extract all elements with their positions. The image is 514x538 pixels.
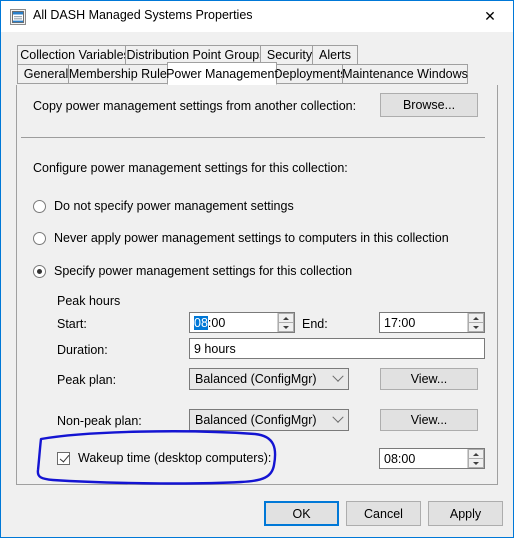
tab-collection-variables[interactable]: Collection Variables xyxy=(17,45,133,65)
peak-hours-group-label: Peak hours xyxy=(57,294,121,308)
checkbox-icon[interactable] xyxy=(57,451,70,465)
radio-never-apply[interactable]: Never apply power management settings to… xyxy=(33,231,449,245)
section-divider xyxy=(21,137,485,138)
window-title: All DASH Managed Systems Properties xyxy=(33,8,253,22)
duration-field: 9 hours xyxy=(189,338,485,359)
radio-icon-selected xyxy=(33,264,46,278)
close-button[interactable]: ✕ xyxy=(467,1,513,31)
wakeup-time-label: Wakeup time (desktop computers): xyxy=(78,451,272,465)
peak-plan-view-button[interactable]: View... xyxy=(380,368,478,390)
radio-icon xyxy=(33,199,46,213)
wakeup-time-checkbox-row[interactable]: Wakeup time (desktop computers): xyxy=(57,451,271,465)
tab-strip: Collection Variables Distribution Point … xyxy=(1,32,513,86)
spin-up-icon[interactable] xyxy=(468,449,484,459)
power-management-panel: Copy power management settings from anot… xyxy=(16,85,498,485)
ok-button[interactable]: OK xyxy=(264,501,339,526)
apply-button[interactable]: Apply xyxy=(428,501,503,526)
title-bar: All DASH Managed Systems Properties ✕ xyxy=(1,1,513,33)
tab-general[interactable]: General xyxy=(17,64,75,84)
nonpeak-plan-label: Non-peak plan: xyxy=(57,414,142,428)
tab-label: Security xyxy=(266,48,313,62)
tab-label: General xyxy=(23,67,69,81)
tab-label: Distribution Point Groups xyxy=(126,48,266,62)
copy-settings-label: Copy power management settings from anot… xyxy=(33,99,357,113)
spin-down-icon[interactable] xyxy=(468,323,484,332)
wakeup-time-spin-buttons[interactable] xyxy=(467,449,484,468)
tab-power-management[interactable]: Power Management xyxy=(166,62,278,85)
radio-label: Specify power management settings for th… xyxy=(54,264,353,278)
spin-down-icon[interactable] xyxy=(468,459,484,468)
properties-dialog-window: All DASH Managed Systems Properties ✕ Co… xyxy=(0,0,514,538)
radio-do-not-specify[interactable]: Do not specify power management settings xyxy=(33,199,294,213)
tab-membership-rules[interactable]: Membership Rules xyxy=(68,64,174,84)
peak-plan-select[interactable]: Balanced (ConfigMgr) xyxy=(189,368,349,390)
start-time-selected-hours: 08 xyxy=(194,315,208,330)
peak-plan-value: Balanced (ConfigMgr) xyxy=(195,372,317,386)
tab-label: Alerts xyxy=(319,48,351,62)
end-time-value: 17:00 xyxy=(384,315,416,330)
spin-up-icon[interactable] xyxy=(278,313,294,323)
dialog-footer: OK Cancel Apply xyxy=(1,493,513,537)
end-time-spin-buttons[interactable] xyxy=(467,313,484,332)
duration-label: Duration: xyxy=(57,343,108,357)
start-time-value: 08:00 xyxy=(190,315,277,330)
tab-label: Maintenance Windows xyxy=(342,67,468,81)
cancel-button[interactable]: Cancel xyxy=(346,501,421,526)
wakeup-time-value: 08:00 xyxy=(384,451,416,466)
radio-label: Never apply power management settings to… xyxy=(54,231,449,245)
tab-label: Power Management xyxy=(166,66,278,81)
properties-window-icon xyxy=(10,9,26,25)
close-icon: ✕ xyxy=(484,8,496,24)
spin-down-icon[interactable] xyxy=(278,323,294,332)
tab-deployments[interactable]: Deployments xyxy=(271,64,349,84)
tab-label: Deployments xyxy=(273,67,347,81)
configure-settings-label: Configure power management settings for … xyxy=(33,161,348,175)
tab-label: Membership Rules xyxy=(68,67,174,81)
start-label: Start: xyxy=(57,317,87,331)
nonpeak-plan-select[interactable]: Balanced (ConfigMgr) xyxy=(189,409,349,431)
radio-label: Do not specify power management settings xyxy=(54,199,294,213)
start-time-minutes: :00 xyxy=(207,315,226,330)
start-time-spinner[interactable]: 08:00 xyxy=(189,312,295,333)
tab-label: Collection Variables xyxy=(20,48,130,62)
peak-plan-label: Peak plan: xyxy=(57,373,117,387)
browse-button[interactable]: Browse... xyxy=(380,93,478,117)
start-time-spin-buttons[interactable] xyxy=(277,313,294,332)
chevron-down-icon xyxy=(328,411,348,424)
radio-icon xyxy=(33,231,46,245)
tab-alerts[interactable]: Alerts xyxy=(312,45,358,65)
spin-up-icon[interactable] xyxy=(468,313,484,323)
tab-maintenance-windows[interactable]: Maintenance Windows xyxy=(342,64,468,84)
end-time-spinner[interactable]: 17:00 xyxy=(379,312,485,333)
nonpeak-plan-value: Balanced (ConfigMgr) xyxy=(195,413,317,427)
radio-specify-settings[interactable]: Specify power management settings for th… xyxy=(33,264,352,278)
chevron-down-icon xyxy=(328,370,348,383)
wakeup-time-spinner[interactable]: 08:00 xyxy=(379,448,485,469)
end-label: End: xyxy=(302,317,328,331)
nonpeak-plan-view-button[interactable]: View... xyxy=(380,409,478,431)
